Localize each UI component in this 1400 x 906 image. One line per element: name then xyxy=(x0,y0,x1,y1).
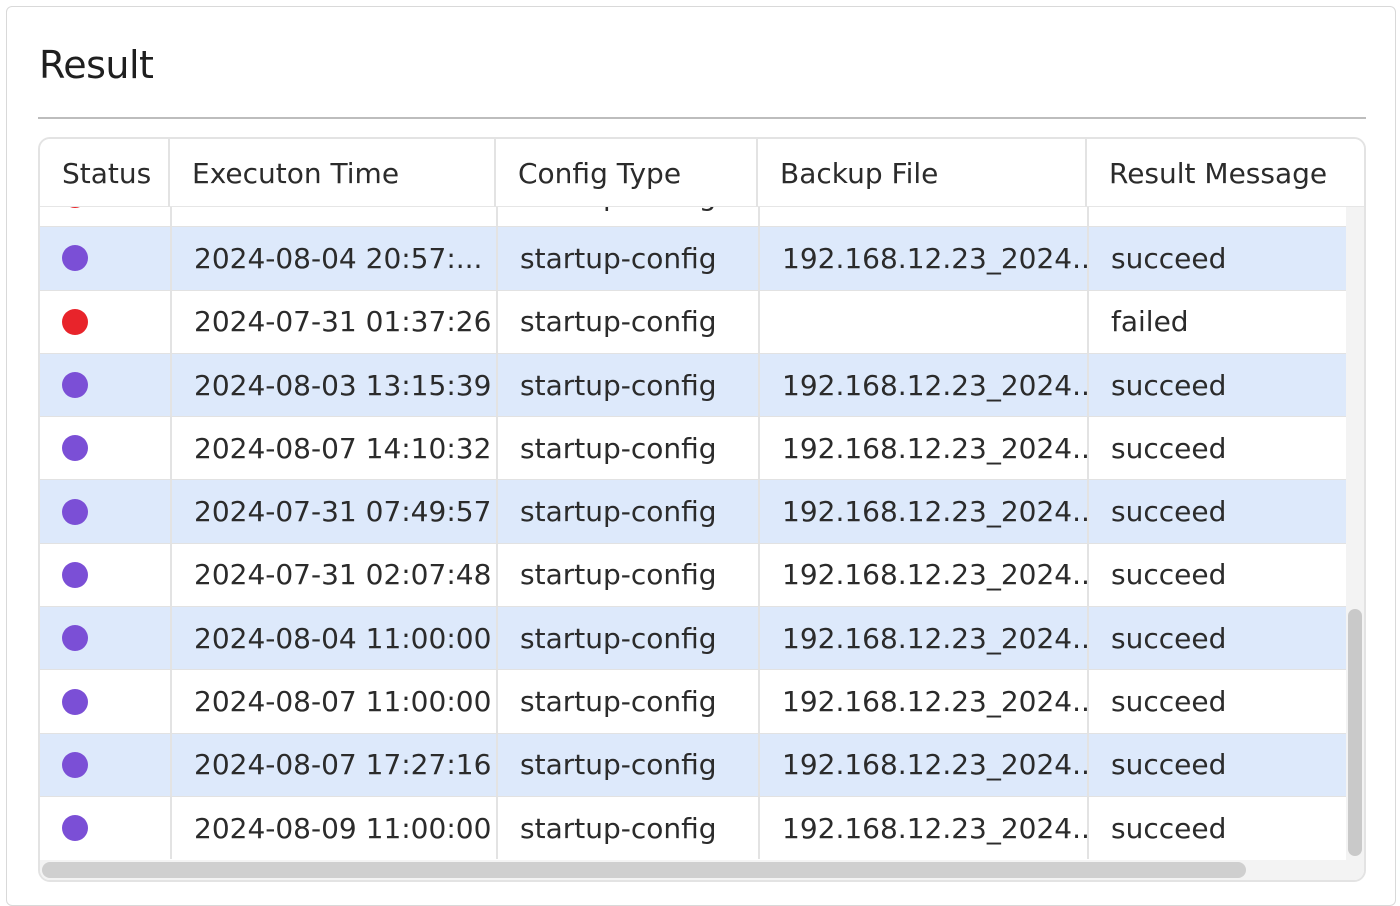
status-cell xyxy=(40,417,172,480)
column-header-result-message[interactable]: Result Message xyxy=(1087,139,1364,207)
column-header-execution-time[interactable]: Executon Time xyxy=(170,139,496,207)
status-cell xyxy=(40,543,172,607)
backup-file-cell xyxy=(760,290,1089,353)
backup-file-cell: 192.168.12.23_2024... xyxy=(760,227,1089,290)
config-type-cell: startup-config xyxy=(498,543,760,607)
config-type-cell: startup-config xyxy=(498,207,760,227)
status-cell xyxy=(40,227,172,290)
table-row[interactable]: 2024-08-07 17:27:16 startup-config 192.168… xyxy=(40,733,1348,797)
config-type-cell: startup-config xyxy=(498,290,760,353)
backup-file-cell: 192.168.12.23_2024... xyxy=(760,480,1089,543)
config-type-cell: startup-config xyxy=(498,227,760,290)
column-header-backup-file[interactable]: Backup File xyxy=(758,139,1087,207)
status-indicator-icon xyxy=(62,815,88,842)
table-row[interactable]: 2024-08-07 14:10:32 startup-config 192.168… xyxy=(40,417,1348,481)
status-cell xyxy=(40,290,172,353)
column-header-status[interactable]: Status xyxy=(40,139,170,207)
horizontal-scrollbar-thumb[interactable] xyxy=(42,862,1246,878)
horizontal-scrollbar[interactable] xyxy=(40,860,1364,880)
vertical-scrollbar-thumb[interactable] xyxy=(1348,609,1362,856)
backup-file-cell: 192.168.12.23_2024... xyxy=(760,670,1089,733)
table-row[interactable]: 2024-08-03 13:15:39 startup-config 192.168… xyxy=(40,353,1348,418)
status-cell xyxy=(40,353,172,417)
result-message-cell: succeed xyxy=(1111,811,1227,845)
table-row[interactable]: 2024-07-31 01:37:26 startup-config failed xyxy=(40,290,1348,354)
backup-file-cell: 192.168.12.23_2024... xyxy=(760,733,1089,796)
result-message-cell: succeed xyxy=(1111,558,1227,592)
backup-file-cell: 192.168.12.23_2024... xyxy=(760,353,1089,417)
status-indicator-icon xyxy=(62,435,88,462)
result-table: Status Executon Time Config Type Backup … xyxy=(38,137,1366,882)
title-divider xyxy=(38,117,1366,119)
status-indicator-icon xyxy=(62,498,88,525)
status-cell xyxy=(40,733,172,796)
execution-time-cell: 2024-07-30 01:37:26 xyxy=(172,207,498,227)
table-header: Status Executon Time Config Type Backup … xyxy=(40,139,1364,207)
execution-time-cell: 2024-08-09 11:00:00 xyxy=(172,796,498,859)
config-type-cell: startup-config xyxy=(498,670,760,733)
execution-time-cell: 2024-07-31 01:37:26 xyxy=(172,290,498,353)
config-type-cell: startup-config xyxy=(498,796,760,859)
status-indicator-icon xyxy=(62,308,88,335)
backup-file-cell: 192.168.12.23_2024... xyxy=(760,607,1089,670)
result-message-cell: failed xyxy=(1111,305,1189,339)
table-row[interactable]: 2024-07-31 02:07:48 startup-config 192.168… xyxy=(40,543,1348,608)
result-panel: Result Status Executon Time Config Type … xyxy=(6,6,1396,906)
backup-file-cell: 192.168.12.23_2024... xyxy=(760,796,1089,859)
status-indicator-icon xyxy=(62,372,88,399)
config-type-cell: startup-config xyxy=(498,607,760,670)
backup-file-cell: 192.168.12.23_2024... xyxy=(760,543,1089,607)
result-message-cell: succeed xyxy=(1111,495,1227,529)
config-type-cell: startup-config xyxy=(498,480,760,543)
status-indicator-icon xyxy=(62,561,88,588)
execution-time-cell: 2024-08-07 14:10:32 xyxy=(172,417,498,480)
result-message-cell: succeed xyxy=(1111,241,1227,275)
panel-title: Result xyxy=(39,43,154,87)
status-cell xyxy=(40,480,172,543)
table-row[interactable]: 2024-07-30 01:37:26startup-config timeout xyxy=(40,207,1348,228)
execution-time-cell: 2024-08-04 11:00:00 xyxy=(172,607,498,670)
table-row[interactable]: 2024-08-04 11:00:00 startup-config 192.168… xyxy=(40,607,1348,671)
execution-time-cell: 2024-07-31 02:07:48 xyxy=(172,543,498,607)
column-header-config-type[interactable]: Config Type xyxy=(496,139,758,207)
table-row[interactable]: 2024-07-31 07:49:57 startup-config 192.168… xyxy=(40,480,1348,544)
execution-time-cell: 2024-07-31 07:49:57 xyxy=(172,480,498,543)
status-indicator-icon xyxy=(62,688,88,715)
result-message-cell: succeed xyxy=(1111,685,1227,719)
status-cell xyxy=(40,607,172,670)
execution-time-cell: 2024-08-07 17:27:16 xyxy=(172,733,498,796)
result-message-cell: succeed xyxy=(1111,748,1227,782)
execution-time-cell: 2024-08-04 20:57:... xyxy=(172,227,498,290)
status-cell xyxy=(40,796,172,859)
execution-time-cell: 2024-08-03 13:15:39 xyxy=(172,353,498,417)
table-row[interactable]: 2024-08-07 11:00:00 startup-config 192.168… xyxy=(40,670,1348,734)
status-indicator-icon xyxy=(62,751,88,778)
backup-file-cell xyxy=(760,207,1089,227)
config-type-cell: startup-config xyxy=(498,733,760,796)
config-type-cell: startup-config xyxy=(498,353,760,417)
backup-file-cell: 192.168.12.23_2024... xyxy=(760,417,1089,480)
execution-time-cell: 2024-08-07 11:00:00 xyxy=(172,670,498,733)
result-message-cell: succeed xyxy=(1111,368,1227,402)
result-message-cell: succeed xyxy=(1111,431,1227,465)
status-indicator-icon xyxy=(62,625,88,652)
status-cell xyxy=(40,670,172,733)
status-indicator-icon xyxy=(62,245,88,272)
status-indicator-icon xyxy=(62,207,88,209)
table-row[interactable]: 2024-08-09 11:00:00 startup-config 192.168… xyxy=(40,796,1348,859)
table-body[interactable]: 2024-07-30 01:37:26startup-configtimeout… xyxy=(40,207,1348,859)
result-message-cell: timeout xyxy=(1089,207,1348,226)
result-message-cell: succeed xyxy=(1111,621,1227,655)
status-cell xyxy=(40,207,172,227)
config-type-cell: startup-config xyxy=(498,417,760,480)
table-row[interactable]: 2024-08-04 20:57:... startup-config 192.16… xyxy=(40,227,1348,291)
